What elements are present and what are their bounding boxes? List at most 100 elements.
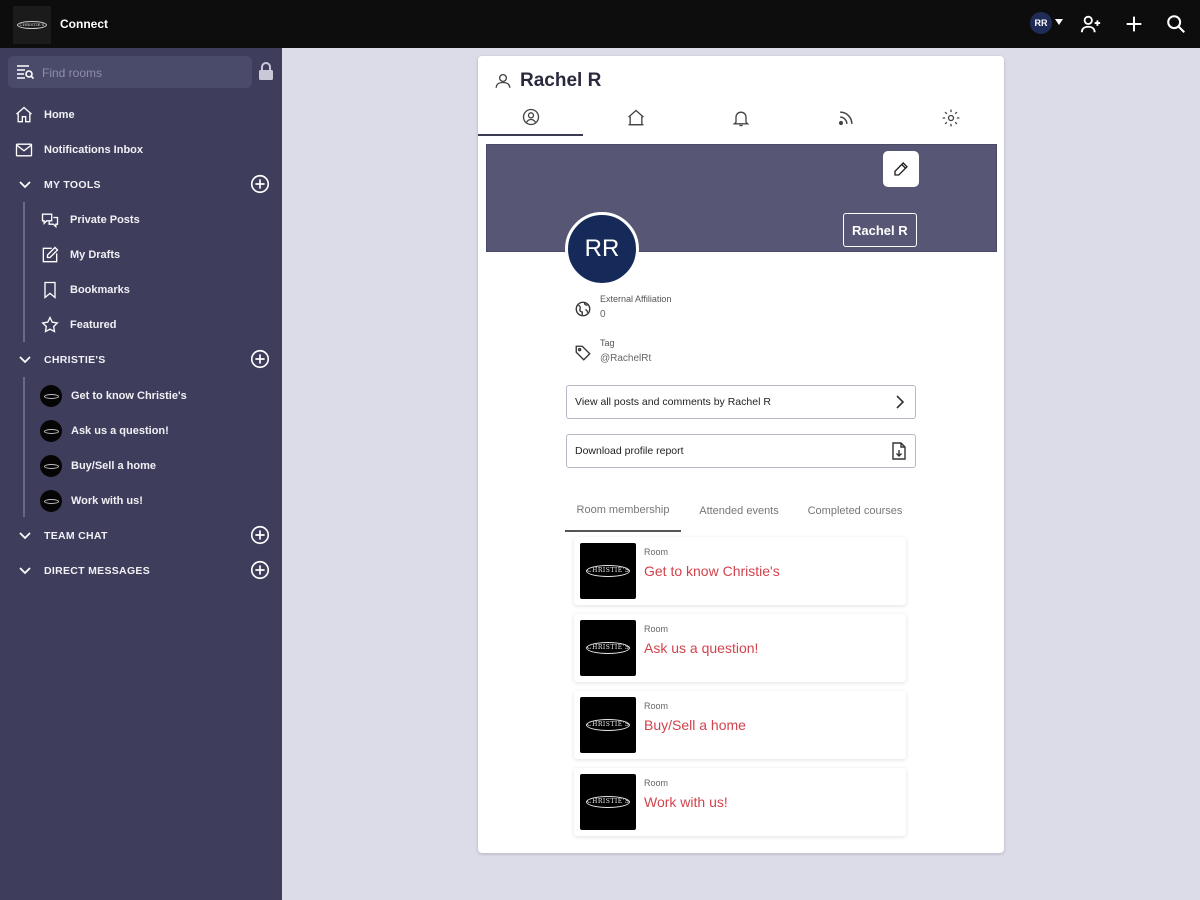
section-team-chat[interactable]: TEAM CHAT: [18, 524, 108, 548]
profile-tabs: [478, 100, 1004, 136]
section-label: CHRISTIE'S: [44, 354, 106, 366]
room-logo-mark: CHRISTIE'S: [586, 642, 630, 654]
tree-line: [23, 202, 25, 342]
tab-attended-events[interactable]: Attended events: [681, 490, 797, 532]
room-card[interactable]: CHRISTIE'S Room Work with us!: [574, 768, 906, 836]
profile-card: Rachel R Rachel R RR External Affiliatio…: [478, 56, 1004, 853]
tab-room-membership[interactable]: Room membership: [565, 490, 681, 532]
lock-icon[interactable]: [258, 62, 274, 80]
room-thumbnail: CHRISTIE'S: [580, 774, 636, 830]
sidebar-item-room-get-to-know[interactable]: Get to know Christie's: [40, 382, 187, 410]
room-name-link[interactable]: Work with us!: [644, 794, 728, 810]
sidebar-item-my-drafts[interactable]: My Drafts: [40, 241, 120, 269]
brand-logo-mark: CHRISTIE'S: [17, 21, 47, 29]
add-circle-icon[interactable]: [249, 348, 271, 370]
chevron-right-icon: [896, 395, 905, 409]
profile-banner: Rachel R: [486, 144, 997, 252]
brand-logo[interactable]: CHRISTIE'S: [13, 6, 51, 44]
tab-profile[interactable]: [478, 100, 583, 136]
view-posts-button[interactable]: View all posts and comments by Rachel R: [566, 385, 916, 419]
room-avatar: [40, 385, 62, 407]
section-label: MY TOOLS: [44, 179, 101, 191]
section-label: DIRECT MESSAGES: [44, 565, 151, 577]
room-card[interactable]: CHRISTIE'S Room Buy/Sell a home: [574, 691, 906, 759]
mail-icon: [15, 143, 33, 157]
sidebar-item-room-ask-us[interactable]: Ask us a question!: [40, 417, 169, 445]
sidebar-item-label: Private Posts: [70, 214, 140, 226]
sidebar-item-label: Bookmarks: [70, 284, 130, 296]
room-thumbnail: CHRISTIE'S: [580, 543, 636, 599]
sidebar-item-label: My Drafts: [70, 249, 121, 261]
room-card[interactable]: CHRISTIE'S Room Ask us a question!: [574, 614, 906, 682]
sidebar-item-label: Home: [44, 109, 75, 121]
view-posts-label: View all posts and comments by Rachel R: [575, 396, 771, 408]
user-circle-icon: [522, 108, 539, 126]
section-label: TEAM CHAT: [44, 530, 108, 542]
room-logo-mark: CHRISTIE'S: [586, 719, 630, 731]
section-christies[interactable]: CHRISTIE'S: [18, 348, 106, 372]
tag-label: Tag: [600, 338, 615, 348]
sidebar-item-home[interactable]: Home: [14, 101, 75, 129]
room-avatar: [40, 420, 62, 442]
chevron-down-icon: [19, 181, 31, 189]
add-circle-icon[interactable]: [249, 524, 271, 546]
sidebar-item-bookmarks[interactable]: Bookmarks: [40, 276, 130, 304]
tab-completed-courses[interactable]: Completed courses: [797, 490, 913, 532]
sidebar-item-label: Work with us!: [71, 495, 143, 507]
profile-header: Rachel R: [494, 70, 601, 92]
pencil-icon: [894, 162, 908, 176]
bell-icon: [732, 111, 749, 127]
user-icon: [495, 73, 511, 88]
sidebar-item-notifications[interactable]: Notifications Inbox: [14, 136, 143, 164]
sidebar-item-label: Buy/Sell a home: [71, 460, 156, 472]
edit-document-icon: [42, 246, 59, 263]
chat-bubbles-icon: [41, 213, 59, 229]
room-name-link[interactable]: Ask us a question!: [644, 640, 758, 656]
sidebar-item-room-work-with-us[interactable]: Work with us!: [40, 487, 143, 515]
room-avatar: [40, 455, 62, 477]
download-report-button[interactable]: Download profile report: [566, 434, 916, 468]
user-avatar-button[interactable]: RR: [1030, 12, 1052, 34]
add-circle-icon[interactable]: [249, 559, 271, 581]
sidebar-item-label: Notifications Inbox: [44, 144, 143, 156]
add-circle-icon[interactable]: [249, 173, 271, 195]
search-list-icon: [17, 65, 34, 80]
add-user-icon[interactable]: [1080, 13, 1102, 35]
home-icon: [627, 109, 644, 126]
external-affiliation-label: External Affiliation: [600, 294, 672, 304]
chevron-down-icon: [19, 356, 31, 364]
section-my-tools[interactable]: MY TOOLS: [18, 173, 101, 197]
gear-icon: [942, 109, 959, 127]
sidebar-item-private-posts[interactable]: Private Posts: [40, 206, 140, 234]
tag-row: Tag @RachelRt: [573, 338, 651, 364]
tab-home[interactable]: [583, 100, 688, 136]
room-name-link[interactable]: Buy/Sell a home: [644, 717, 746, 733]
find-rooms-search[interactable]: Find rooms: [8, 56, 252, 88]
plus-icon[interactable]: [1123, 13, 1145, 35]
search-icon[interactable]: [1165, 13, 1187, 35]
chevron-down-icon: [19, 567, 31, 575]
chevron-down-icon[interactable]: [1054, 15, 1064, 29]
top-bar: CHRISTIE'S Connect RR: [0, 0, 1200, 48]
room-thumbnail: CHRISTIE'S: [580, 697, 636, 753]
sidebar-item-featured[interactable]: Featured: [40, 311, 116, 339]
tab-notifications[interactable]: [688, 100, 793, 136]
external-affiliation-row: External Affiliation 0: [573, 294, 671, 320]
sidebar-item-label: Ask us a question!: [71, 425, 169, 437]
profile-name: Rachel R: [520, 70, 602, 91]
globe-icon: [575, 301, 591, 317]
edit-profile-button[interactable]: [883, 151, 919, 187]
room-logo-mark: CHRISTIE'S: [586, 796, 630, 808]
room-card[interactable]: CHRISTIE'S Room Get to know Christie's: [574, 537, 906, 605]
tab-settings[interactable]: [898, 100, 1003, 136]
tab-feed[interactable]: [793, 100, 898, 136]
external-affiliation-value: 0: [600, 309, 606, 320]
chevron-down-icon: [19, 532, 31, 540]
room-name-link[interactable]: Get to know Christie's: [644, 563, 780, 579]
file-download-icon: [892, 442, 906, 460]
sidebar-item-room-buy-sell[interactable]: Buy/Sell a home: [40, 452, 156, 480]
home-icon: [16, 106, 32, 123]
download-report-label: Download profile report: [575, 445, 684, 457]
section-direct-messages[interactable]: DIRECT MESSAGES: [18, 559, 150, 583]
room-avatar: [40, 490, 62, 512]
